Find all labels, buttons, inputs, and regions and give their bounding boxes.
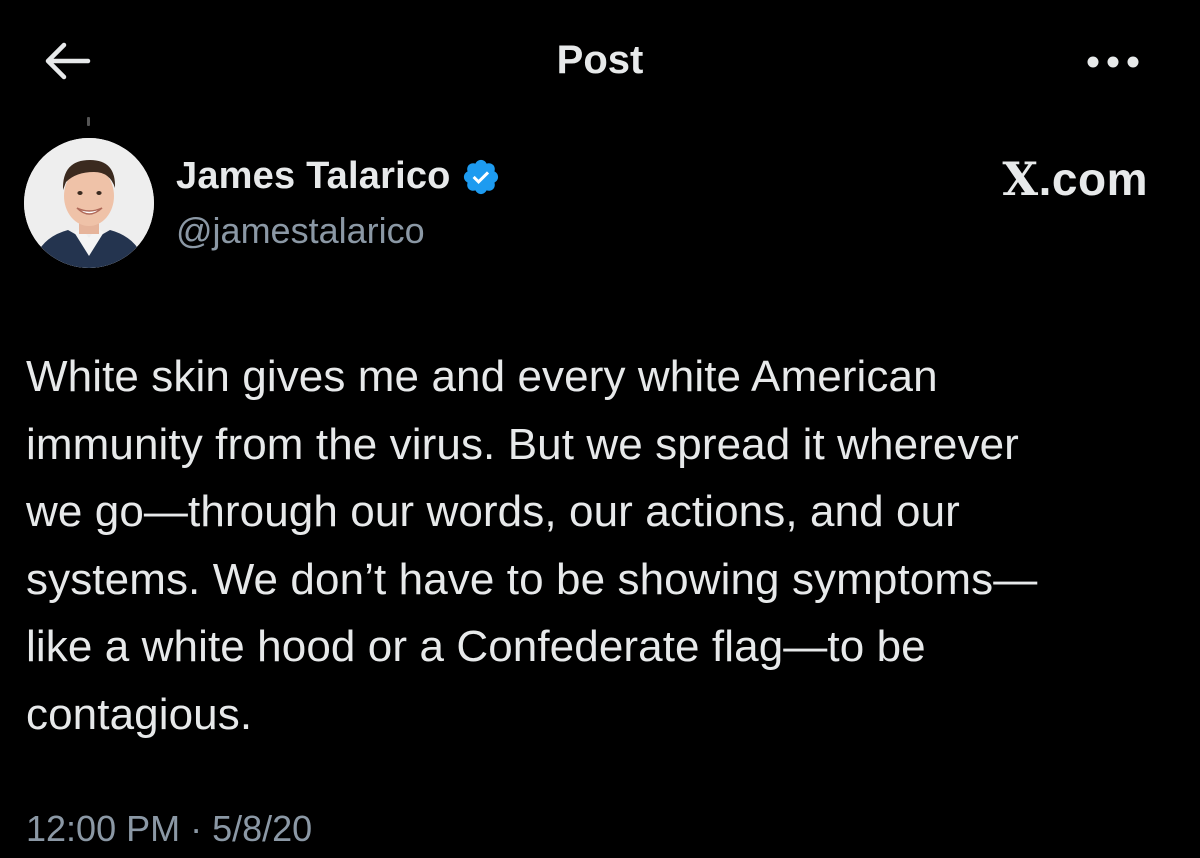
x-com-watermark: X.com — [1002, 152, 1148, 206]
back-button[interactable] — [36, 36, 96, 86]
profile-photo — [24, 138, 154, 268]
more-options-button[interactable] — [1078, 40, 1148, 84]
author-handle[interactable]: @jamestalarico — [176, 210, 425, 252]
watermark-domain: .com — [1038, 153, 1148, 205]
post-text: White skin gives me and every white Amer… — [26, 352, 1038, 739]
post-timestamp[interactable]: 12:00 PM · 5/8/20 — [26, 808, 312, 850]
author-name-row[interactable]: James Talarico — [176, 155, 501, 198]
page-title: Post — [556, 38, 644, 82]
avatar[interactable] — [24, 138, 154, 268]
author-name[interactable]: James Talarico — [176, 155, 451, 198]
arrow-left-icon — [45, 42, 91, 80]
thread-connector — [87, 117, 90, 126]
more-horizontal-icon — [1087, 56, 1139, 68]
top-bar: Post — [0, 0, 1200, 120]
verified-badge-icon — [461, 157, 501, 197]
x-logo-letter: X — [1002, 152, 1039, 206]
